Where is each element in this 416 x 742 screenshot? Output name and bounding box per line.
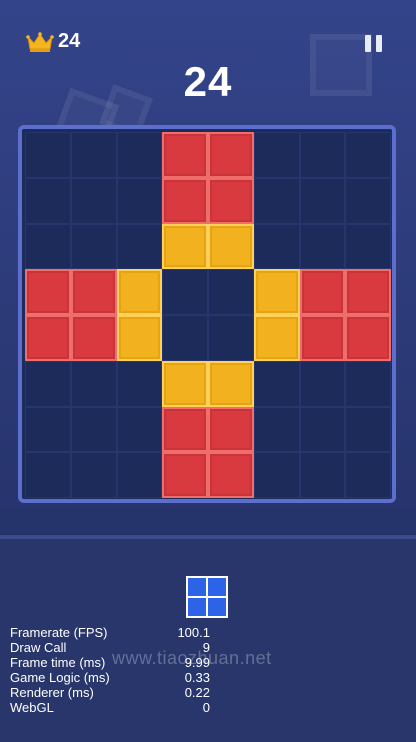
stat-label: Framerate (FPS) [10,625,108,640]
board-cell-empty[interactable] [116,406,163,453]
board-cell-empty[interactable] [116,360,163,407]
board-cell-empty[interactable] [345,406,391,453]
board-cell-empty[interactable] [299,177,346,224]
board-cell-red[interactable] [25,315,71,361]
stat-row: Framerate (FPS) 100.1 [10,625,210,640]
board-cell-empty[interactable] [253,177,300,224]
board-cell-empty[interactable] [70,177,117,224]
stat-label: WebGL [10,700,54,715]
board-cell-empty[interactable] [70,132,117,178]
board-cell-yellow[interactable] [208,360,254,407]
board-cell-red[interactable] [70,269,117,315]
board-cell-empty[interactable] [253,132,300,178]
board-cell-empty[interactable] [208,315,254,361]
board-cell-empty[interactable] [253,406,300,453]
stat-value: 0 [202,700,210,715]
next-piece-slot[interactable] [186,576,228,618]
board-cell-red[interactable] [345,269,391,315]
pause-button[interactable] [365,35,385,53]
board-cell-empty[interactable] [162,269,208,315]
board-cell-red[interactable] [208,177,254,224]
board-cell-empty[interactable] [25,223,71,270]
board-cell-empty[interactable] [25,132,71,178]
stat-row: WebGL 0 [10,700,210,715]
debug-stats-panel: Framerate (FPS) 100.1 Draw Call 9 Frame time… [10,625,210,715]
best-score-value: 24 [58,30,81,52]
board-cell-empty[interactable] [345,177,391,224]
board-cell-red[interactable] [208,406,254,453]
board-cell-empty[interactable] [70,406,117,453]
board-cell-empty[interactable] [299,452,346,498]
piece-block [208,578,226,596]
board-cell-red[interactable] [299,315,346,361]
game-board[interactable] [18,125,396,503]
stat-value: 100.1 [177,625,210,640]
board-cell-empty[interactable] [253,360,300,407]
board-cell-yellow[interactable] [116,315,163,361]
board-cell-empty[interactable] [253,223,300,270]
board-cell-empty[interactable] [345,360,391,407]
board-cell-empty[interactable] [70,360,117,407]
board-cell-empty[interactable] [299,223,346,270]
board-cell-red[interactable] [162,452,208,498]
board-cell-red[interactable] [162,132,208,178]
stat-label: Game Logic (ms) [10,670,110,685]
board-cell-yellow[interactable] [253,269,300,315]
board-cell-red[interactable] [162,406,208,453]
board-cell-empty[interactable] [116,132,163,178]
board-cell-empty[interactable] [25,452,71,498]
board-cell-empty[interactable] [70,223,117,270]
board-cell-empty[interactable] [253,452,300,498]
board-cell-yellow[interactable] [253,315,300,361]
next-piece-blue-square[interactable] [186,576,228,618]
pause-icon [365,35,371,52]
board-cell-yellow[interactable] [116,269,163,315]
watermark: www.tiaozhuan.net [112,648,272,668]
board-cell-empty[interactable] [25,177,71,224]
stat-value: 0.33 [184,670,210,685]
current-score: 24 [183,58,233,105]
board-cell-empty[interactable] [208,269,254,315]
board-cell-yellow[interactable] [208,223,254,270]
board-cell-red[interactable] [70,315,117,361]
piece-block [188,598,206,616]
stat-label: Renderer (ms) [10,685,94,700]
board-cell-empty[interactable] [299,406,346,453]
pause-icon [376,35,382,52]
board-cell-red[interactable] [345,315,391,361]
board-cell-empty[interactable] [116,177,163,224]
board-cell-empty[interactable] [299,360,346,407]
board-cell-empty[interactable] [162,315,208,361]
board-cell-empty[interactable] [345,132,391,178]
board-cell-empty[interactable] [70,452,117,498]
board-cell-yellow[interactable] [162,360,208,407]
board-cell-empty[interactable] [345,223,391,270]
board-cell-red[interactable] [299,269,346,315]
stat-row: Game Logic (ms) 0.33 [10,670,210,685]
crown-icon [26,31,54,52]
board-cell-empty[interactable] [116,223,163,270]
board-cell-red[interactable] [25,269,71,315]
piece-block [188,578,206,596]
stat-value: 0.22 [184,685,210,700]
board-cell-empty[interactable] [25,360,71,407]
board-cell-red[interactable] [162,177,208,224]
board-cell-red[interactable] [208,452,254,498]
board-cell-empty[interactable] [299,132,346,178]
board-cell-empty[interactable] [25,406,71,453]
piece-block [208,598,226,616]
board-cell-empty[interactable] [116,452,163,498]
best-score-display: 24 [26,30,80,53]
board-cell-yellow[interactable] [162,223,208,270]
board-grid[interactable] [25,132,391,498]
board-cell-empty[interactable] [345,452,391,498]
board-cell-red[interactable] [208,132,254,178]
stat-row: Renderer (ms) 0.22 [10,685,210,700]
